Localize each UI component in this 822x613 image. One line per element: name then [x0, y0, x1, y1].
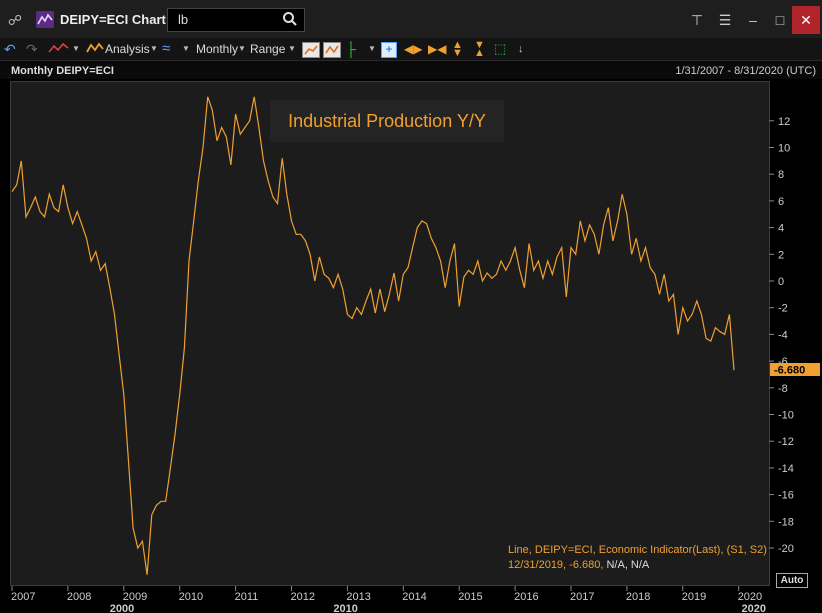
y-tick-label: -18 [778, 516, 794, 528]
legend-line1: Line, DEIPY=ECI, Economic Indicator(Last… [508, 544, 767, 556]
y-tick-label: -8 [778, 383, 788, 395]
x-group-label: 2010 [333, 603, 357, 613]
auto-scale-button[interactable]: Auto [776, 573, 808, 588]
x-tick-label: 2019 [682, 591, 706, 603]
y-tick-label: -4 [778, 329, 788, 341]
series-line-deipy[interactable] [11, 96, 735, 575]
x-tick-label: 2009 [123, 591, 147, 603]
overlay-title: Industrial Production Y/Y [270, 100, 504, 142]
x-tick-label: 2018 [626, 591, 650, 603]
y-tick-label: -2 [778, 303, 788, 315]
y-axis: 121086420-2-4-6-8-10-12-14-16-18-20 [769, 116, 794, 555]
series-legend: Line, DEIPY=ECI, Economic Indicator(Last… [508, 543, 767, 573]
x-group-label: 2020 [741, 603, 765, 613]
y-tick-label: -10 [778, 410, 794, 422]
y-tick-label: 12 [778, 116, 790, 128]
legend-na: N/A, N/A [606, 559, 650, 571]
x-tick-label: 2013 [346, 591, 370, 603]
x-tick-label: 2012 [291, 591, 315, 603]
x-tick-label: 2008 [67, 591, 91, 603]
x-tick-label: 2010 [179, 591, 203, 603]
y-tick-label: 8 [778, 169, 784, 181]
x-tick-label: 2017 [570, 591, 594, 603]
y-tick-label: 10 [778, 143, 790, 155]
last-value-label: -6.680 [774, 365, 805, 377]
x-tick-label: 2020 [738, 591, 762, 603]
x-tick-label: 2007 [11, 591, 35, 603]
y-tick-label: 0 [778, 276, 784, 288]
x-tick-label: 2016 [514, 591, 538, 603]
y-tick-label: 4 [778, 223, 784, 235]
x-tick-label: 2015 [458, 591, 482, 603]
line-chart[interactable]: 121086420-2-4-6-8-10-12-14-16-18-20 2007… [0, 0, 822, 613]
y-tick-label: -16 [778, 490, 794, 502]
x-tick-label: 2014 [402, 591, 426, 603]
x-tick-label: 2011 [235, 591, 259, 603]
y-tick-label: 2 [778, 249, 784, 261]
y-tick-label: -12 [778, 436, 794, 448]
y-tick-label: 6 [778, 196, 784, 208]
legend-value: 12/31/2019, -6.680, [508, 559, 604, 571]
x-group-label: 2000 [110, 603, 134, 613]
y-tick-label: -20 [778, 543, 794, 555]
x-axis: 2007 2008 2009 2010 2011 2012 2013 2014 2015 2016… [11, 586, 766, 613]
y-tick-label: -14 [778, 463, 794, 475]
